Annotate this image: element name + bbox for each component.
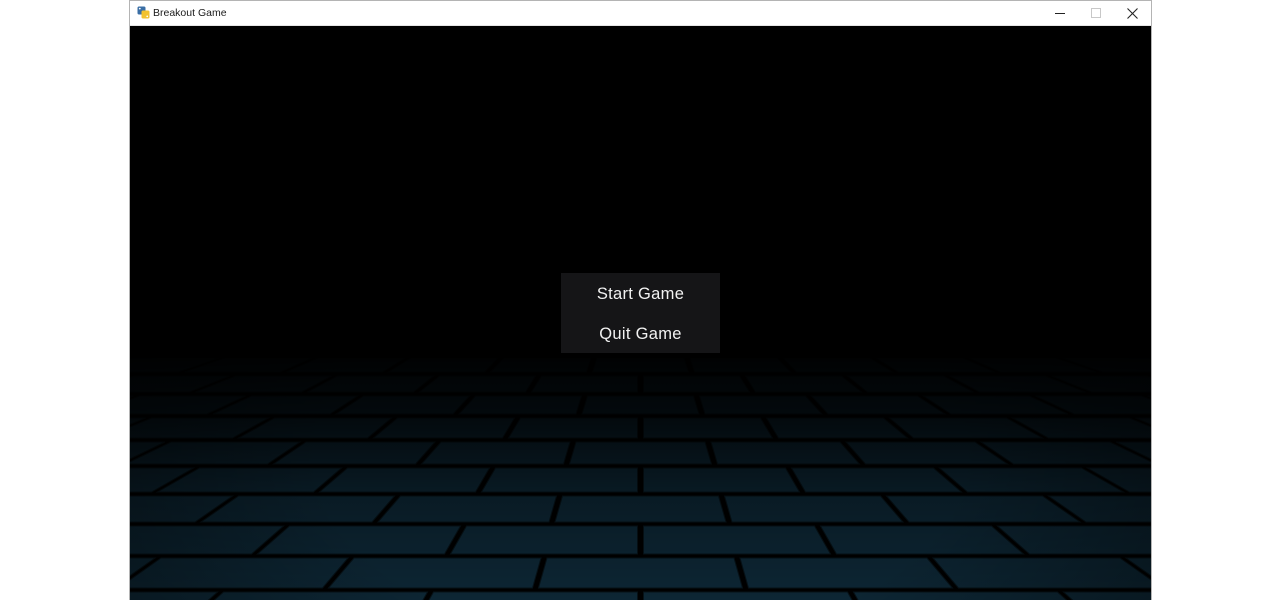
minimize-icon	[1055, 13, 1065, 14]
game-window: Breakout Game Start Game Quit Game	[129, 0, 1152, 600]
maximize-button[interactable]	[1078, 1, 1114, 25]
maximize-icon	[1091, 8, 1101, 18]
close-icon	[1126, 7, 1138, 19]
start-game-button[interactable]: Start Game	[561, 274, 720, 314]
main-menu: Start Game Quit Game	[561, 273, 720, 353]
window-title: Breakout Game	[153, 7, 227, 19]
python-app-icon	[137, 6, 150, 19]
quit-game-button[interactable]: Quit Game	[561, 314, 720, 354]
minimize-button[interactable]	[1042, 1, 1078, 25]
game-canvas[interactable]: Start Game Quit Game	[130, 26, 1151, 600]
close-button[interactable]	[1114, 1, 1150, 25]
title-bar[interactable]: Breakout Game	[130, 1, 1151, 26]
